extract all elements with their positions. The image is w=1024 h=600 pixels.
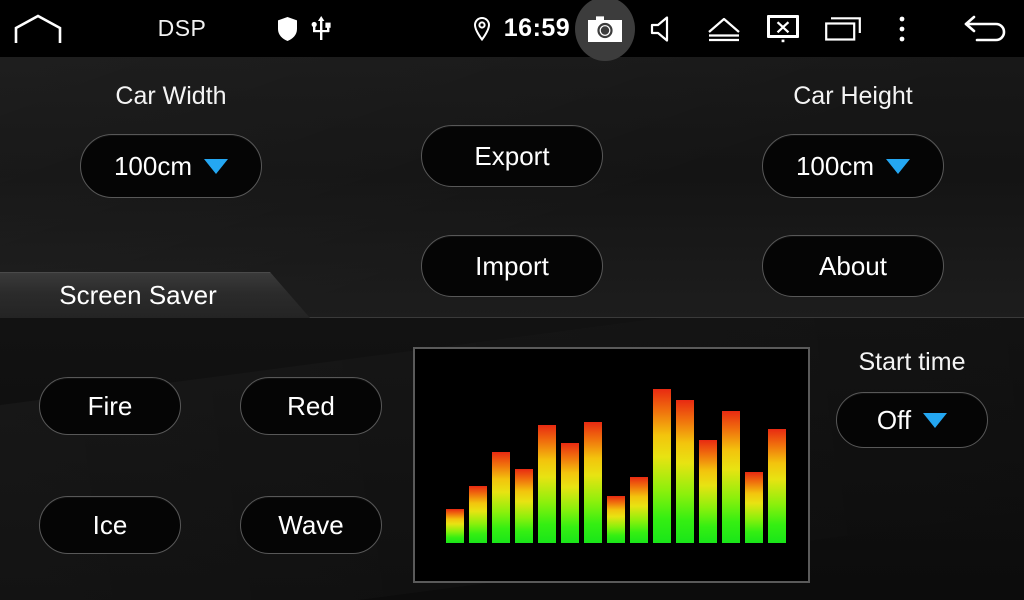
spectrum-bar bbox=[745, 471, 763, 543]
shield-icon bbox=[272, 0, 302, 57]
tab-screen-saver[interactable]: Screen Saver bbox=[0, 272, 310, 318]
spectrum-bar bbox=[492, 451, 510, 543]
spectrum-bar bbox=[630, 477, 648, 543]
car-width-dropdown[interactable]: 100cm bbox=[80, 134, 262, 198]
chevron-down-icon bbox=[923, 412, 948, 428]
spectrum-bar bbox=[538, 424, 556, 543]
usb-icon bbox=[306, 0, 336, 57]
spectrum-bar bbox=[515, 469, 533, 543]
screensaver-preview[interactable] bbox=[413, 347, 810, 583]
start-time-label: Start time bbox=[858, 348, 966, 376]
spectrum-bar bbox=[446, 508, 464, 543]
export-button[interactable]: Export bbox=[421, 125, 603, 187]
spectrum-bars bbox=[446, 378, 786, 543]
screensaver-theme-wave[interactable]: Wave bbox=[240, 496, 382, 554]
back-arrow-icon[interactable] bbox=[958, 0, 1014, 57]
car-width-label: Car Width bbox=[115, 82, 227, 110]
spectrum-bar bbox=[722, 411, 740, 543]
screensaver-theme-fire[interactable]: Fire bbox=[39, 377, 181, 435]
spectrum-bar bbox=[561, 442, 579, 543]
start-time-dropdown[interactable]: Off bbox=[836, 392, 988, 448]
car-height-value: 100cm bbox=[795, 150, 875, 181]
spectrum-bar bbox=[768, 428, 786, 543]
eject-icon[interactable] bbox=[704, 0, 744, 57]
window-icon[interactable] bbox=[822, 0, 864, 57]
about-button[interactable]: About bbox=[762, 235, 944, 297]
status-bar: DSP 16:59 bbox=[0, 0, 1024, 61]
spectrum-bar bbox=[584, 422, 602, 543]
start-time-value: Off bbox=[876, 404, 912, 435]
spectrum-bar bbox=[676, 399, 694, 543]
spectrum-bar bbox=[469, 485, 487, 543]
status-clock: 16:59 bbox=[503, 14, 571, 42]
screensaver-theme-red[interactable]: Red bbox=[240, 377, 382, 435]
screen-off-icon[interactable] bbox=[763, 0, 803, 57]
screensaver-theme-ice[interactable]: Ice bbox=[39, 496, 181, 554]
chevron-down-icon bbox=[886, 158, 911, 174]
camera-icon[interactable] bbox=[583, 0, 627, 57]
car-height-dropdown[interactable]: 100cm bbox=[762, 134, 944, 198]
spectrum-bar bbox=[699, 440, 717, 543]
chevron-down-icon bbox=[204, 158, 229, 174]
car-height-label: Car Height bbox=[793, 82, 913, 110]
dsp-label[interactable]: DSP bbox=[140, 0, 224, 57]
spectrum-bar bbox=[653, 389, 671, 543]
screen-root: DSP 16:59 Car Width 100cm Car Height 100… bbox=[0, 0, 1024, 600]
more-vertical-icon[interactable] bbox=[884, 0, 920, 57]
car-width-value: 100cm bbox=[113, 150, 193, 181]
import-button[interactable]: Import bbox=[421, 235, 603, 297]
location-pin-icon bbox=[468, 0, 496, 57]
home-icon[interactable] bbox=[8, 0, 68, 57]
spectrum-bar bbox=[607, 496, 625, 543]
speaker-mute-icon[interactable] bbox=[645, 0, 685, 57]
tab-screen-saver-label: Screen Saver bbox=[59, 279, 217, 310]
